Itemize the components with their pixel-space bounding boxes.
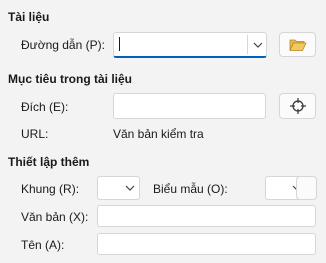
text-label: Văn bản (X): [21,210,89,224]
path-label: Đường dẫn (P): [21,38,105,52]
path-combobox[interactable] [113,32,267,58]
text-cursor [119,37,120,51]
destination-label: Đích (E): [21,100,69,114]
target-in-document-button[interactable] [279,93,316,119]
crosshair-icon [289,98,306,114]
frame-settings-button[interactable] [296,176,317,200]
section-title-target: Mục tiêu trong tài liệu [8,72,133,86]
text-input[interactable] [97,205,316,227]
frame-combobox[interactable] [97,176,140,200]
url-value: Văn bản kiểm tra [113,127,204,141]
open-file-button[interactable] [279,32,316,57]
name-label: Tên (A): [21,238,65,252]
folder-open-icon [288,39,307,51]
section-title-settings: Thiết lập thêm [8,155,90,169]
combo-separator [247,35,248,54]
frame-label: Khung (R): [21,182,80,196]
chevron-down-icon[interactable] [122,180,138,196]
section-title-document: Tài liệu [8,10,50,24]
chevron-down-icon[interactable] [250,37,266,53]
destination-input[interactable] [113,93,266,119]
form-label: Biểu mẫu (O): [153,182,228,196]
name-input[interactable] [97,233,316,255]
url-label: URL: [21,127,49,141]
